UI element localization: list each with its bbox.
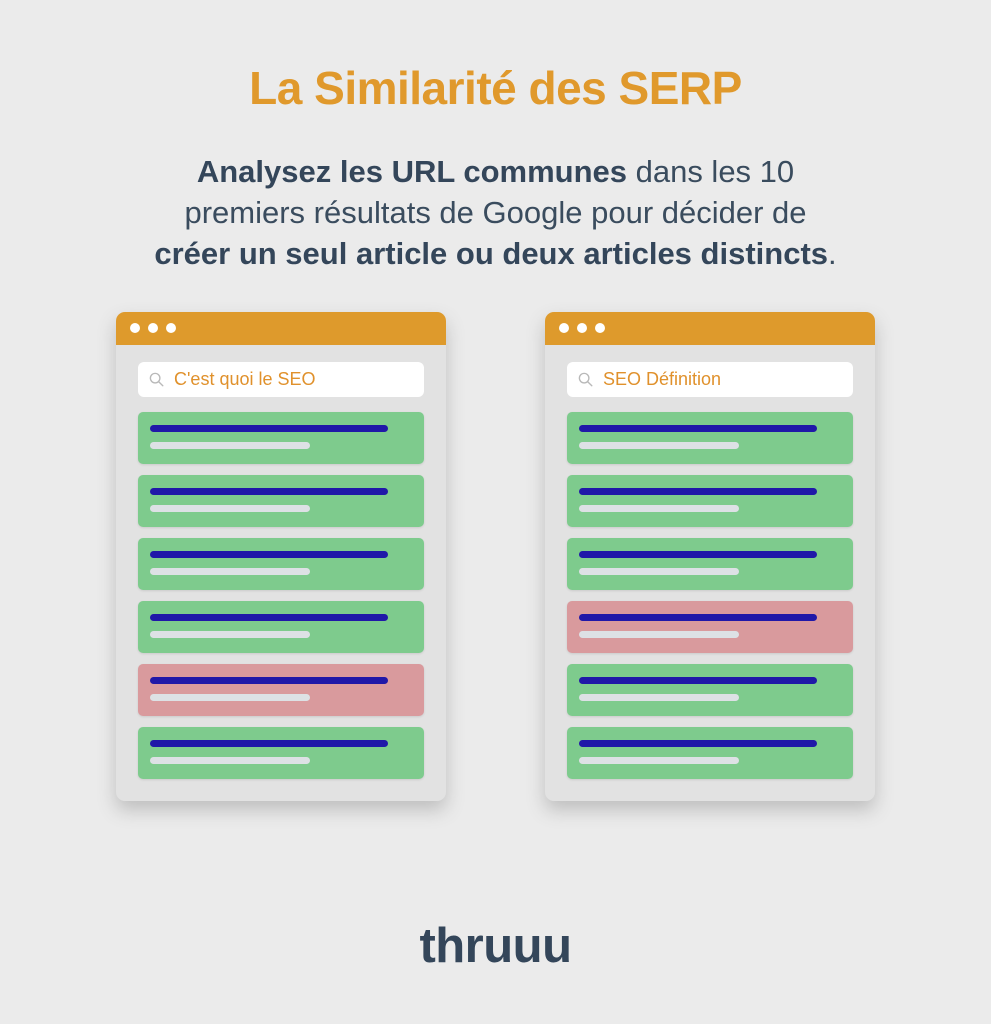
search-icon (149, 372, 164, 387)
result-row[interactable] (138, 537, 424, 590)
result-title-bar (579, 739, 818, 747)
result-row[interactable] (567, 537, 853, 590)
result-title-bar (150, 739, 389, 747)
result-row[interactable] (567, 474, 853, 527)
subtitle-bold-1: Analysez les URL communes (196, 153, 627, 189)
result-row[interactable] (138, 600, 424, 653)
result-title-bar (150, 487, 389, 495)
result-row-unique[interactable] (138, 663, 424, 716)
search-icon (578, 372, 593, 387)
window-body-right: SEO Définition (545, 345, 875, 801)
result-description-bar (150, 630, 310, 638)
result-row[interactable] (567, 726, 853, 779)
result-description-bar (150, 441, 310, 449)
result-title-bar (579, 550, 818, 558)
search-results-left (138, 411, 424, 779)
subtitle-bold-2: créer un seul article ou deux articles d… (154, 235, 829, 271)
page-subtitle: Analysez les URL communes dans les 10 pr… (146, 151, 846, 274)
window-titlebar-right (545, 311, 875, 345)
result-description-bar (579, 504, 739, 512)
result-title-bar (150, 424, 389, 432)
browser-windows-row: C'est quoi le SEO SEO Définition (0, 311, 991, 801)
result-description-bar (579, 693, 739, 701)
page-title: La Similarité des SERP (249, 62, 742, 114)
result-title-bar (579, 424, 818, 432)
result-row[interactable] (138, 474, 424, 527)
result-description-bar (579, 567, 739, 575)
brand-logo: thruuu (419, 919, 572, 973)
result-description-bar (150, 693, 310, 701)
window-dot-minimize-icon[interactable] (577, 323, 587, 334)
search-results-right (567, 411, 853, 779)
window-dot-maximize-icon[interactable] (166, 323, 176, 334)
result-description-bar (579, 441, 739, 449)
result-row[interactable] (567, 663, 853, 716)
result-title-bar (150, 550, 389, 558)
result-title-bar (579, 676, 818, 684)
window-body-left: C'est quoi le SEO (116, 345, 446, 801)
result-description-bar (150, 504, 310, 512)
result-title-bar (579, 613, 818, 621)
result-row[interactable] (138, 411, 424, 464)
result-description-bar (579, 630, 739, 638)
browser-window-right: SEO Définition (545, 311, 875, 801)
result-title-bar (579, 487, 818, 495)
window-dot-close-icon[interactable] (559, 323, 569, 334)
result-description-bar (150, 567, 310, 575)
browser-window-left: C'est quoi le SEO (116, 311, 446, 801)
result-row-unique[interactable] (567, 600, 853, 653)
result-row[interactable] (138, 726, 424, 779)
result-description-bar (579, 756, 739, 764)
result-title-bar (150, 676, 389, 684)
result-row[interactable] (567, 411, 853, 464)
search-input-right[interactable]: SEO Définition (603, 369, 721, 390)
result-title-bar (150, 613, 389, 621)
infographic-page: La Similarité des SERP Analysez les URL … (0, 0, 991, 1024)
window-dot-close-icon[interactable] (130, 323, 140, 334)
window-titlebar-left (116, 311, 446, 345)
window-dot-minimize-icon[interactable] (148, 323, 158, 334)
subtitle-regular-2: . (828, 235, 837, 271)
search-bar-left[interactable]: C'est quoi le SEO (138, 361, 424, 397)
search-input-left[interactable]: C'est quoi le SEO (174, 369, 316, 390)
result-description-bar (150, 756, 310, 764)
window-dot-maximize-icon[interactable] (595, 323, 605, 334)
search-bar-right[interactable]: SEO Définition (567, 361, 853, 397)
